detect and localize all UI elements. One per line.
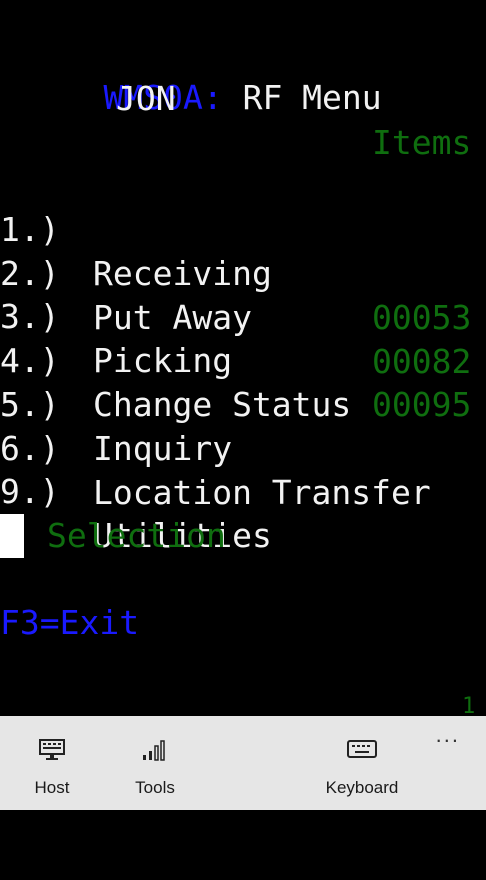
- items-header: Items: [372, 123, 472, 162]
- tools-button[interactable]: Tools: [120, 716, 190, 810]
- keyboard-icon: [346, 738, 378, 765]
- title-line: WMS0A: RF Menu: [24, 32, 381, 117]
- menu-item-utilities[interactable]: 9.) Utilities: [0, 426, 486, 555]
- menu-item-picking[interactable]: 3.) Picking 00095: [0, 251, 486, 424]
- selection-label: Selection: [47, 516, 226, 555]
- keyboard-button[interactable]: Keyboard: [316, 716, 408, 810]
- user-name: JON: [116, 79, 176, 118]
- monitor-icon: [38, 738, 66, 767]
- screen-title: RF Menu: [242, 78, 382, 117]
- menu-item-put-away[interactable]: 2.) Put Away 00082: [0, 208, 486, 381]
- selection-input[interactable]: [0, 514, 24, 558]
- tools-label: Tools: [135, 778, 175, 797]
- host-label: Host: [34, 778, 70, 797]
- menu-item-receiving[interactable]: 1.) Receiving 00053: [0, 164, 486, 337]
- terminal-screen: WMS0A: RF Menu JON Items 1.) Receiving 0…: [0, 0, 486, 719]
- f3-exit-key[interactable]: F3=Exit: [0, 601, 139, 645]
- menu-item-change-status[interactable]: 4.) Change Status: [0, 295, 486, 424]
- app-bar: ... Host Tools Keyboard: [0, 716, 486, 810]
- menu-item-number: 9.): [0, 472, 60, 511]
- host-button[interactable]: Host: [18, 716, 86, 810]
- more-options-button[interactable]: ...: [436, 722, 460, 748]
- menu-item-inquiry[interactable]: 5.) Inquiry: [0, 339, 486, 468]
- keyboard-label: Keyboard: [325, 778, 399, 797]
- menu-item-location-transfer[interactable]: 6.) Location Transfer: [0, 383, 486, 512]
- menu-item-label: Location Transfer: [93, 473, 431, 512]
- signal-bars-icon: [141, 738, 169, 767]
